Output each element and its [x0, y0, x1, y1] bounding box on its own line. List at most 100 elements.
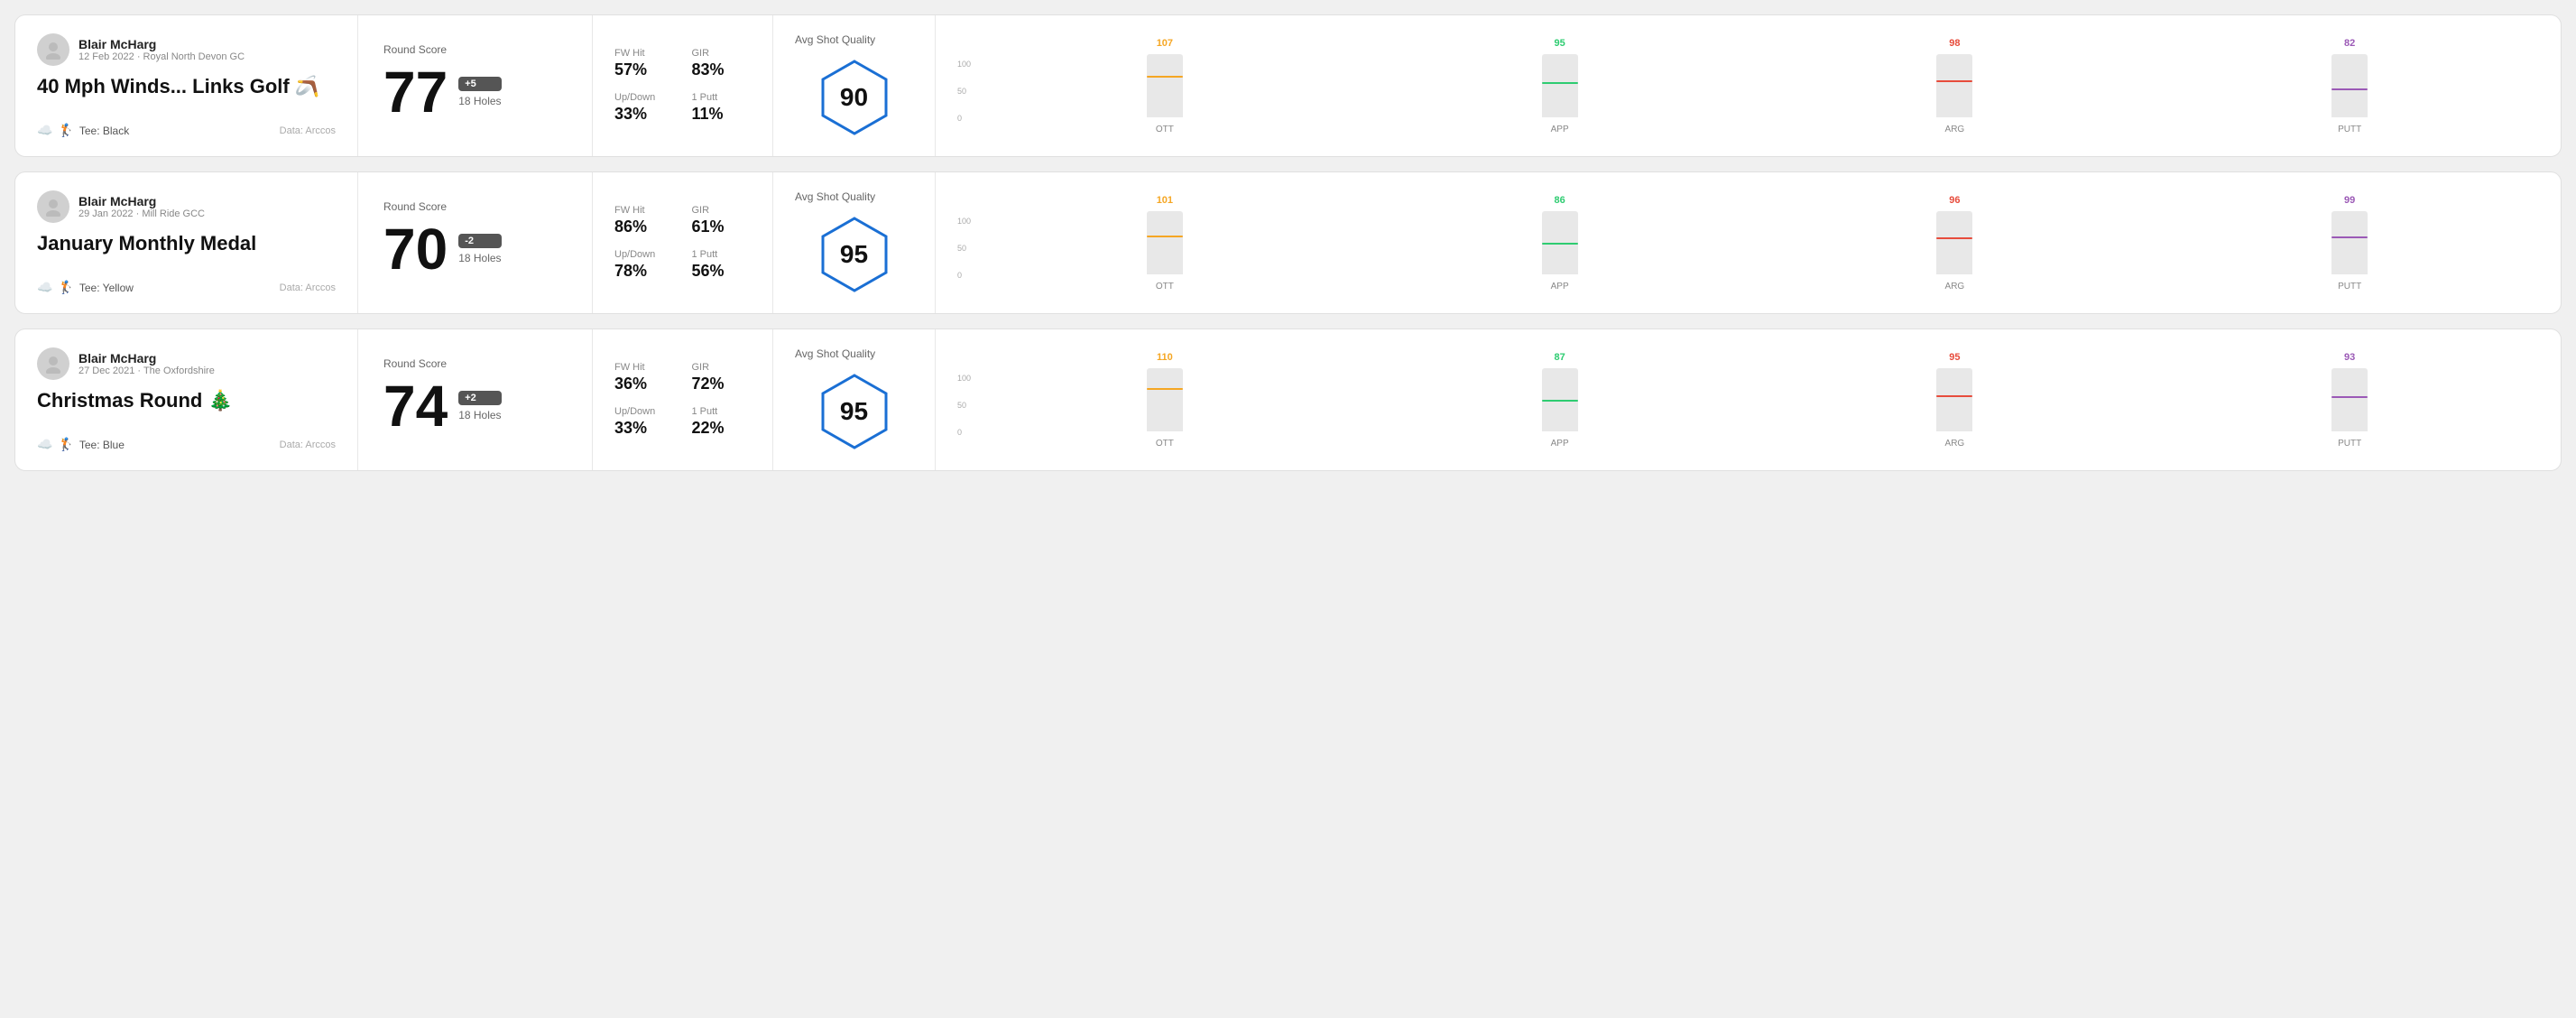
bar-fill: [2331, 88, 2368, 117]
fw-hit-stat: FW Hit 57%: [614, 48, 674, 79]
card-quality-2: Avg Shot Quality 95: [773, 172, 936, 313]
bar-value: 110: [1157, 352, 1173, 363]
bar-value: 95: [1949, 352, 1960, 363]
avg-shot-quality-label: Avg Shot Quality: [795, 190, 875, 203]
bar-value: 98: [1949, 38, 1960, 49]
holes-label: 18 Holes: [458, 252, 501, 264]
bar-container: [2331, 54, 2368, 117]
bar-value: 87: [1555, 352, 1565, 363]
card-left-2: Blair McHarg 29 Jan 2022 · Mill Ride GCC…: [15, 172, 358, 313]
bar-fill: [1542, 400, 1578, 431]
tee-label: Tee: Blue: [79, 439, 125, 451]
round-title: January Monthly Medal: [37, 232, 336, 255]
tee-info: ☁️ 🏌️ Tee: Yellow: [37, 280, 134, 295]
updown-stat: Up/Down 33%: [614, 406, 674, 438]
chart-bar-group: 107 OTT: [975, 38, 1354, 134]
holes-label: 18 Holes: [458, 95, 501, 107]
bar-label: PUTT: [2338, 282, 2361, 292]
updown-value: 33%: [614, 105, 674, 124]
gir-label: GIR: [692, 48, 752, 59]
gir-value: 83%: [692, 60, 752, 79]
bar-container: [1542, 54, 1578, 117]
bar-value: 107: [1157, 38, 1173, 49]
chart-bar-group: 95 APP: [1371, 38, 1750, 134]
bar-indicator: [1936, 395, 1972, 397]
card-chart-1: 100 50 0 107 OTT 95 APP: [936, 15, 2561, 156]
card-stats-2: FW Hit 86% GIR 61% Up/Down 78% 1 Putt 56…: [593, 172, 773, 313]
player-date: 29 Jan 2022 · Mill Ride GCC: [78, 208, 205, 219]
bar-container: [1936, 211, 1972, 274]
bar-value: 95: [1555, 38, 1565, 49]
score-row: 70 -2 18 Holes: [383, 220, 567, 278]
bar-container: [1936, 368, 1972, 431]
hex-score: 90: [840, 83, 868, 112]
bar-value: 82: [2344, 38, 2355, 49]
putt-label: 1 Putt: [692, 249, 752, 260]
card-chart-2: 100 50 0 101 OTT 86 APP: [936, 172, 2561, 313]
hex-score: 95: [840, 397, 868, 426]
avatar: [37, 347, 69, 380]
card-stats-3: FW Hit 36% GIR 72% Up/Down 33% 1 Putt 22…: [593, 329, 773, 470]
putt-value: 56%: [692, 262, 752, 281]
fw-hit-label: FW Hit: [614, 205, 674, 216]
updown-stat: Up/Down 33%: [614, 92, 674, 124]
card-score-3: Round Score 74 +2 18 Holes: [358, 329, 593, 470]
bar-value: 93: [2344, 352, 2355, 363]
player-name: Blair McHarg: [78, 194, 205, 208]
bar-indicator: [1936, 237, 1972, 239]
big-score: 70: [383, 220, 448, 278]
avg-shot-quality-label: Avg Shot Quality: [795, 33, 875, 46]
bar-container: [1147, 54, 1183, 117]
bar-indicator: [1147, 388, 1183, 390]
card-footer: ☁️ 🏌️ Tee: Blue Data: Arccos: [37, 437, 336, 452]
score-row: 74 +2 18 Holes: [383, 377, 567, 435]
player-info: Blair McHarg 27 Dec 2021 · The Oxfordshi…: [37, 347, 336, 380]
bar-label: ARG: [1945, 125, 1965, 134]
bar-indicator: [2331, 396, 2368, 398]
player-name: Blair McHarg: [78, 351, 215, 366]
updown-label: Up/Down: [614, 406, 674, 417]
tee-info: ☁️ 🏌️ Tee: Blue: [37, 437, 125, 452]
data-source: Data: Arccos: [280, 282, 336, 293]
bar-indicator: [2331, 236, 2368, 238]
bar-label: OTT: [1156, 125, 1174, 134]
fw-hit-value: 36%: [614, 375, 674, 393]
bar-fill: [2331, 396, 2368, 431]
avg-shot-quality-label: Avg Shot Quality: [795, 347, 875, 360]
updown-value: 78%: [614, 262, 674, 281]
stats-grid: FW Hit 36% GIR 72% Up/Down 33% 1 Putt 22…: [614, 362, 751, 438]
card-left-3: Blair McHarg 27 Dec 2021 · The Oxfordshi…: [15, 329, 358, 470]
fw-hit-value: 86%: [614, 217, 674, 236]
player-date: 12 Feb 2022 · Royal North Devon GC: [78, 51, 245, 62]
fw-hit-stat: FW Hit 36%: [614, 362, 674, 393]
bar-fill: [1542, 243, 1578, 274]
hex-score: 95: [840, 240, 868, 269]
bar-container: [1542, 211, 1578, 274]
card-score-2: Round Score 70 -2 18 Holes: [358, 172, 593, 313]
chart-bar-group: 96 ARG: [1766, 195, 2145, 292]
bar-container: [1147, 368, 1183, 431]
stats-grid: FW Hit 57% GIR 83% Up/Down 33% 1 Putt 11…: [614, 48, 751, 124]
bar-label: OTT: [1156, 282, 1174, 292]
data-source: Data: Arccos: [280, 125, 336, 136]
avatar: [37, 33, 69, 66]
bar-indicator: [1147, 236, 1183, 237]
updown-value: 33%: [614, 419, 674, 438]
stats-grid: FW Hit 86% GIR 61% Up/Down 78% 1 Putt 56…: [614, 205, 751, 281]
putt-stat: 1 Putt 22%: [692, 406, 752, 438]
bar-label: PUTT: [2338, 125, 2361, 134]
chart-bar-group: 98 ARG: [1766, 38, 2145, 134]
score-row: 77 +5 18 Holes: [383, 63, 567, 121]
bag-icon: 🏌️: [58, 123, 73, 138]
bar-label: APP: [1551, 439, 1569, 449]
bag-icon: 🏌️: [58, 280, 73, 295]
bar-container: [1147, 211, 1183, 274]
score-badge: -2: [458, 234, 501, 248]
bar-value: 99: [2344, 195, 2355, 206]
card-score-1: Round Score 77 +5 18 Holes: [358, 15, 593, 156]
player-date: 27 Dec 2021 · The Oxfordshire: [78, 366, 215, 376]
gir-label: GIR: [692, 205, 752, 216]
bar-container: [1936, 54, 1972, 117]
round-title: 40 Mph Winds... Links Golf 🪃: [37, 75, 336, 98]
holes-label: 18 Holes: [458, 409, 501, 421]
